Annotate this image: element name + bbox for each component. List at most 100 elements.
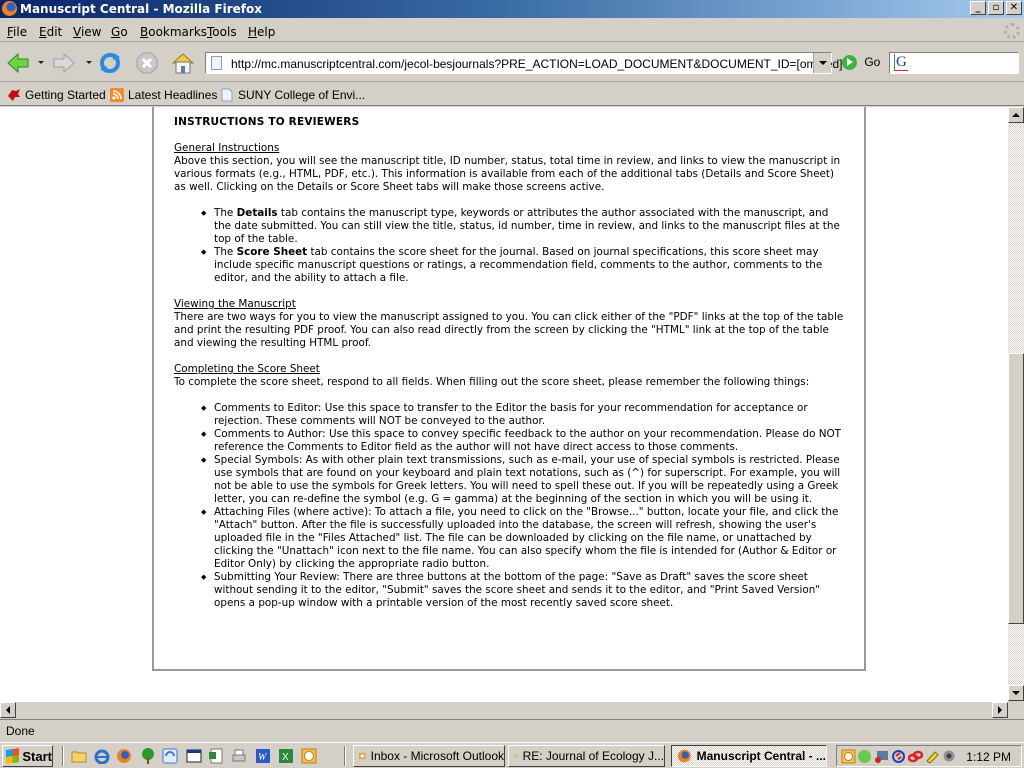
firefox-dino-icon <box>8 89 20 101</box>
status-text: Done <box>6 724 35 738</box>
section-title-general: General Instructions <box>174 142 280 154</box>
outlook-clock-icon[interactable] <box>301 748 317 764</box>
link-icon[interactable] <box>908 749 923 764</box>
clock: 1:12 PM <box>966 750 1011 764</box>
stop-icon[interactable] <box>135 51 159 75</box>
completing-bullets: Comments to Editor: Use this space to tr… <box>201 402 846 610</box>
vertical-scrollbar[interactable] <box>1008 107 1024 701</box>
svg-text:X: X <box>282 752 289 763</box>
menu-view[interactable]: View <box>73 25 101 39</box>
menu-bookmarks[interactable]: Bookmarks <box>140 25 207 39</box>
status-bar: Done <box>0 719 1024 741</box>
section-body-general: Above this section, you will see the man… <box>174 155 841 193</box>
sync-icon[interactable] <box>162 748 178 764</box>
update-icon[interactable] <box>891 749 906 764</box>
list-item: Submitting Your Review: There are three … <box>201 571 846 610</box>
scroll-right-button[interactable] <box>992 702 1008 718</box>
window-title: Manuscript Central - Mozilla Firefox <box>20 2 262 16</box>
url-bar[interactable]: http://mc.manuscriptcentral.com/jecol-be… <box>205 52 843 74</box>
instructions-document: INSTRUCTIONS TO REVIEWERS General Instru… <box>174 116 846 623</box>
minimize-button[interactable]: _ <box>970 1 986 15</box>
go-label: Go <box>864 55 881 69</box>
internet-explorer-icon[interactable] <box>94 748 110 764</box>
score-sheet-tab-term: Score Sheet <box>236 246 308 258</box>
vertical-scroll-thumb[interactable] <box>1008 353 1024 624</box>
messenger-icon[interactable] <box>857 749 872 764</box>
reload-icon[interactable] <box>98 51 122 75</box>
menu-edit[interactable]: Edit <box>39 25 62 39</box>
section-body-viewing: There are two ways for you to view the m… <box>174 311 844 349</box>
scroll-up-button[interactable] <box>1008 107 1024 123</box>
taskbar-separator <box>62 746 64 766</box>
section-title-viewing: Viewing the Manuscript <box>174 298 296 310</box>
menu-help[interactable]: Help <box>248 25 275 39</box>
throbber-icon <box>1004 23 1020 39</box>
speaker-icon[interactable] <box>942 749 957 764</box>
task-outlook-inbox[interactable]: Inbox - Microsoft Outlook <box>353 745 505 767</box>
instructions-panel: INSTRUCTIONS TO REVIEWERS General Instru… <box>152 107 866 671</box>
taskbar-separator <box>344 746 346 766</box>
pencil-icon[interactable] <box>925 749 940 764</box>
details-tab-term: Details <box>236 207 278 219</box>
close-button[interactable]: ✕ <box>1006 1 1022 15</box>
firefox-icon <box>2 1 17 16</box>
menu-file[interactable]: File <box>7 25 27 39</box>
back-history-dropdown[interactable] <box>38 61 44 64</box>
page-icon <box>211 56 222 70</box>
menu-bar: File Edit View Go Bookmarks Tools Help <box>0 20 1024 42</box>
back-arrow-icon[interactable] <box>6 51 30 75</box>
tree-icon[interactable] <box>140 748 156 764</box>
menu-go[interactable]: Go <box>111 25 128 39</box>
excel-icon[interactable]: X <box>278 748 294 764</box>
scrollbar-corner <box>1008 701 1024 717</box>
forward-arrow-icon[interactable] <box>52 51 76 75</box>
start-button[interactable]: Start <box>2 745 53 767</box>
bookmarks-toolbar: Getting Started Latest Headlines SUNY Co… <box>0 84 1024 106</box>
go-icon <box>842 55 857 71</box>
list-item: Special Symbols: As with other plain tex… <box>201 454 846 506</box>
bookmark-suny[interactable]: SUNY College of Envi... <box>220 88 365 102</box>
window-icon[interactable] <box>186 748 202 764</box>
spreadsheet-doc-icon[interactable] <box>208 748 224 764</box>
page-content: INSTRUCTIONS TO REVIEWERS General Instru… <box>0 107 1008 701</box>
folder-icon[interactable] <box>71 748 87 764</box>
bookmark-getting-started[interactable]: Getting Started <box>7 88 106 102</box>
printer-icon[interactable] <box>231 748 247 764</box>
word-icon[interactable]: W <box>255 748 271 764</box>
general-bullets: The Details tab contains the manuscript … <box>201 207 846 285</box>
page-icon <box>221 88 233 102</box>
list-item: Attaching Files (where active): To attac… <box>201 506 846 571</box>
url-history-dropdown[interactable] <box>813 53 831 73</box>
section-body-completing: To complete the score sheet, respond to … <box>174 376 810 388</box>
firefox-icon <box>677 749 691 763</box>
forward-history-dropdown[interactable] <box>86 61 92 64</box>
menu-tools[interactable]: Tools <box>207 25 237 39</box>
reminder-icon[interactable] <box>841 749 856 764</box>
firefox-icon[interactable] <box>116 748 132 764</box>
envelope-icon <box>514 754 518 758</box>
list-item: Comments to Author: Use this space to co… <box>201 428 846 454</box>
rss-icon <box>110 88 124 102</box>
navigation-toolbar: http://mc.manuscriptcentral.com/jecol-be… <box>0 44 1024 82</box>
bookmark-latest-headlines[interactable]: Latest Headlines <box>110 88 217 102</box>
list-item: The Score Sheet tab contains the score s… <box>201 246 846 285</box>
scroll-down-button[interactable] <box>1008 685 1024 701</box>
task-manuscript-central[interactable]: Manuscript Central - ... <box>671 745 827 767</box>
restore-button[interactable]: ▫ <box>988 1 1004 15</box>
scroll-left-button[interactable] <box>0 702 16 718</box>
home-icon[interactable] <box>171 51 195 75</box>
search-input[interactable]: G <box>889 52 1019 74</box>
camera-icon[interactable] <box>874 749 889 764</box>
horizontal-scrollbar[interactable] <box>0 701 1008 718</box>
window-titlebar: Manuscript Central - Mozilla Firefox _ ▫… <box>0 0 1024 18</box>
page-heading: INSTRUCTIONS TO REVIEWERS <box>174 116 360 128</box>
google-search-icon[interactable]: G <box>894 54 908 71</box>
url-text[interactable]: http://mc.manuscriptcentral.com/jecol-be… <box>231 57 843 71</box>
task-email-re-journal[interactable]: RE: Journal of Ecology J... <box>508 745 665 767</box>
list-item: The Details tab contains the manuscript … <box>201 207 846 246</box>
go-button[interactable]: Go <box>842 55 881 71</box>
outlook-icon <box>359 752 366 760</box>
system-tray: 1:12 PM <box>836 745 1022 767</box>
list-item: Comments to Editor: Use this space to tr… <box>201 402 846 428</box>
section-title-completing: Completing the Score Sheet <box>174 363 320 375</box>
